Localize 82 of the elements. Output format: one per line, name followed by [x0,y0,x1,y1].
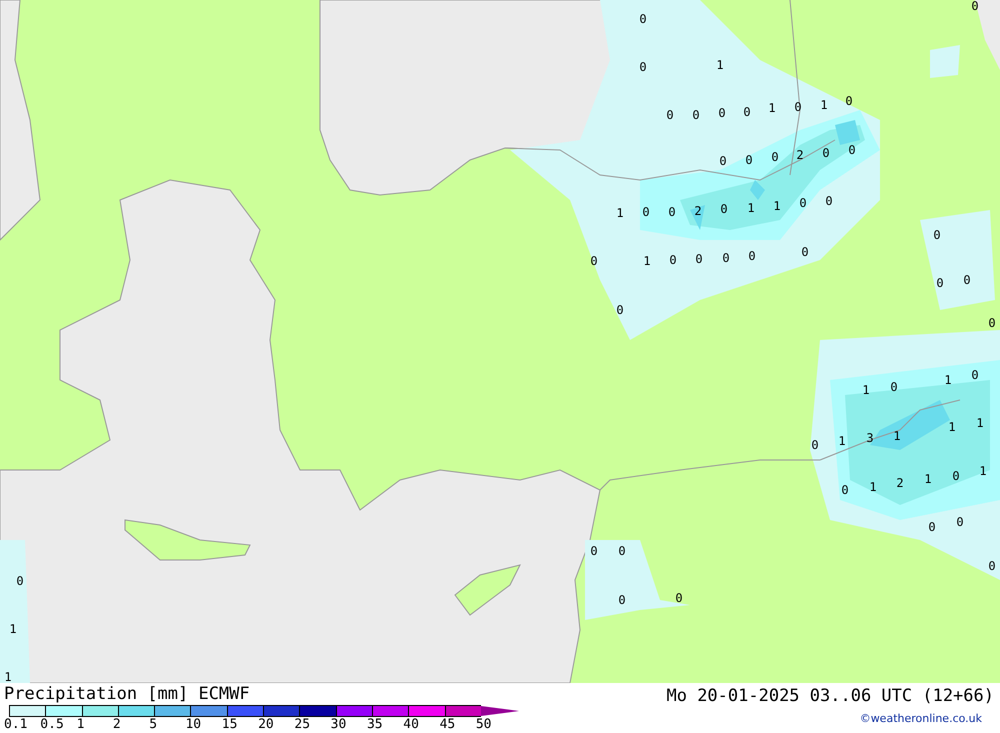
precipitation-value: 1 [924,472,932,486]
scale-tick-label: 20 [258,717,275,732]
precipitation-value: 0 [745,153,753,167]
precipitation-value: 1 [820,98,828,112]
precipitation-value: 0 [642,205,650,219]
precipitation-value: 0 [848,143,856,157]
precipitation-value: 0 [618,544,626,558]
scale-tick-label: 0.1 [4,717,28,732]
precipitation-value: 1 [948,420,956,434]
precipitation-value: 0 [956,515,964,529]
precipitation-value: 0 [794,100,802,114]
scale-tick-label: 1 [76,717,86,732]
precipitation-value: 0 [720,202,728,216]
scale-tick-label: 50 [476,717,493,732]
precipitation-value: 0 [841,483,849,497]
precipitation-value: 0 [16,574,24,588]
precipitation-value: 0 [988,316,996,330]
precipitation-value: 0 [616,303,624,317]
precipitation-value: 0 [825,194,833,208]
precipitation-value: 1 [944,373,952,387]
precipitation-value: 0 [928,520,936,534]
precipitation-value: 1 [976,416,984,430]
precipitation-value: 0 [971,368,979,382]
scale-tick-label: 45 [440,717,456,732]
precipitation-value: 0 [748,249,756,263]
precipitation-value: 1 [716,58,724,72]
precipitation-value: 0 [692,108,700,122]
precipitation-value: 1 [747,201,755,215]
precipitation-value: 0 [639,12,647,26]
precipitation-value: 0 [801,245,809,259]
precipitation-value: 1 [862,383,870,397]
precipitation-value: 0 [722,251,730,265]
scale-tick-label: 2 [112,717,122,732]
precipitation-value: 0 [890,380,898,394]
credit-text: ©weatheronline.co.uk [860,711,982,727]
precipitation-value: 0 [666,108,674,122]
scale-tick-label: 0.5 [40,717,65,732]
precipitation-value: 0 [799,196,807,210]
precipitation-value: 0 [590,254,598,268]
precipitation-value: 0 [822,146,830,160]
precipitation-value: 0 [718,106,726,120]
precipitation-value: 0 [639,60,647,74]
precipitation-value: 0 [952,469,960,483]
precipitation-value: 0 [811,438,819,452]
scale-tick-label: 25 [294,717,312,732]
precipitation-value: 0 [771,150,779,164]
precipitation-value: 1 [9,622,17,636]
valid-time: Mo 20-01-2025 03..06 UTC (12+66) [666,685,994,708]
scale-tick-label: 15 [222,717,238,732]
precipitation-value: 0 [668,205,676,219]
legend-title: Precipitation [mm] ECMWF [4,683,251,705]
precipitation-value: 2 [896,476,904,490]
precipitation-value: 1 [869,480,877,494]
precipitation-value: 0 [590,544,598,558]
scale-tick-label: 5 [149,717,158,732]
precipitation-value: 1 [4,670,12,683]
precipitation-value: 0 [971,0,979,13]
precipitation-value: 2 [694,204,702,218]
precipitation-value: 1 [838,434,846,448]
precipitation-value: 1 [616,206,624,220]
scale-tick-label: 30 [330,717,348,732]
precipitation-value: 0 [719,154,727,168]
precipitation-value: 0 [669,253,677,267]
precipitation-value: 0 [695,252,703,266]
precipitation-value: 1 [773,199,781,213]
precipitation-value: 1 [893,429,901,443]
precipitation-value: 0 [933,228,941,242]
scale-tick-label: 35 [366,717,384,732]
precipitation-value: 0 [988,559,996,573]
precipitation-value: 0 [845,94,853,108]
scale-tick-label: 10 [185,717,202,732]
precipitation-value: 0 [675,591,683,605]
precipitation-value: 0 [963,273,971,287]
precipitation-value: 3 [866,431,874,445]
precipitation-value: 1 [768,101,776,115]
precipitation-value: 0 [618,593,626,607]
precipitation-value: 0 [936,276,944,290]
precipitation-value: 1 [979,464,987,478]
precipitation-value: 1 [643,254,651,268]
scale-tick-label: 40 [403,717,420,732]
precipitation-value: 2 [796,148,804,162]
precipitation-value: 0 [743,105,751,119]
